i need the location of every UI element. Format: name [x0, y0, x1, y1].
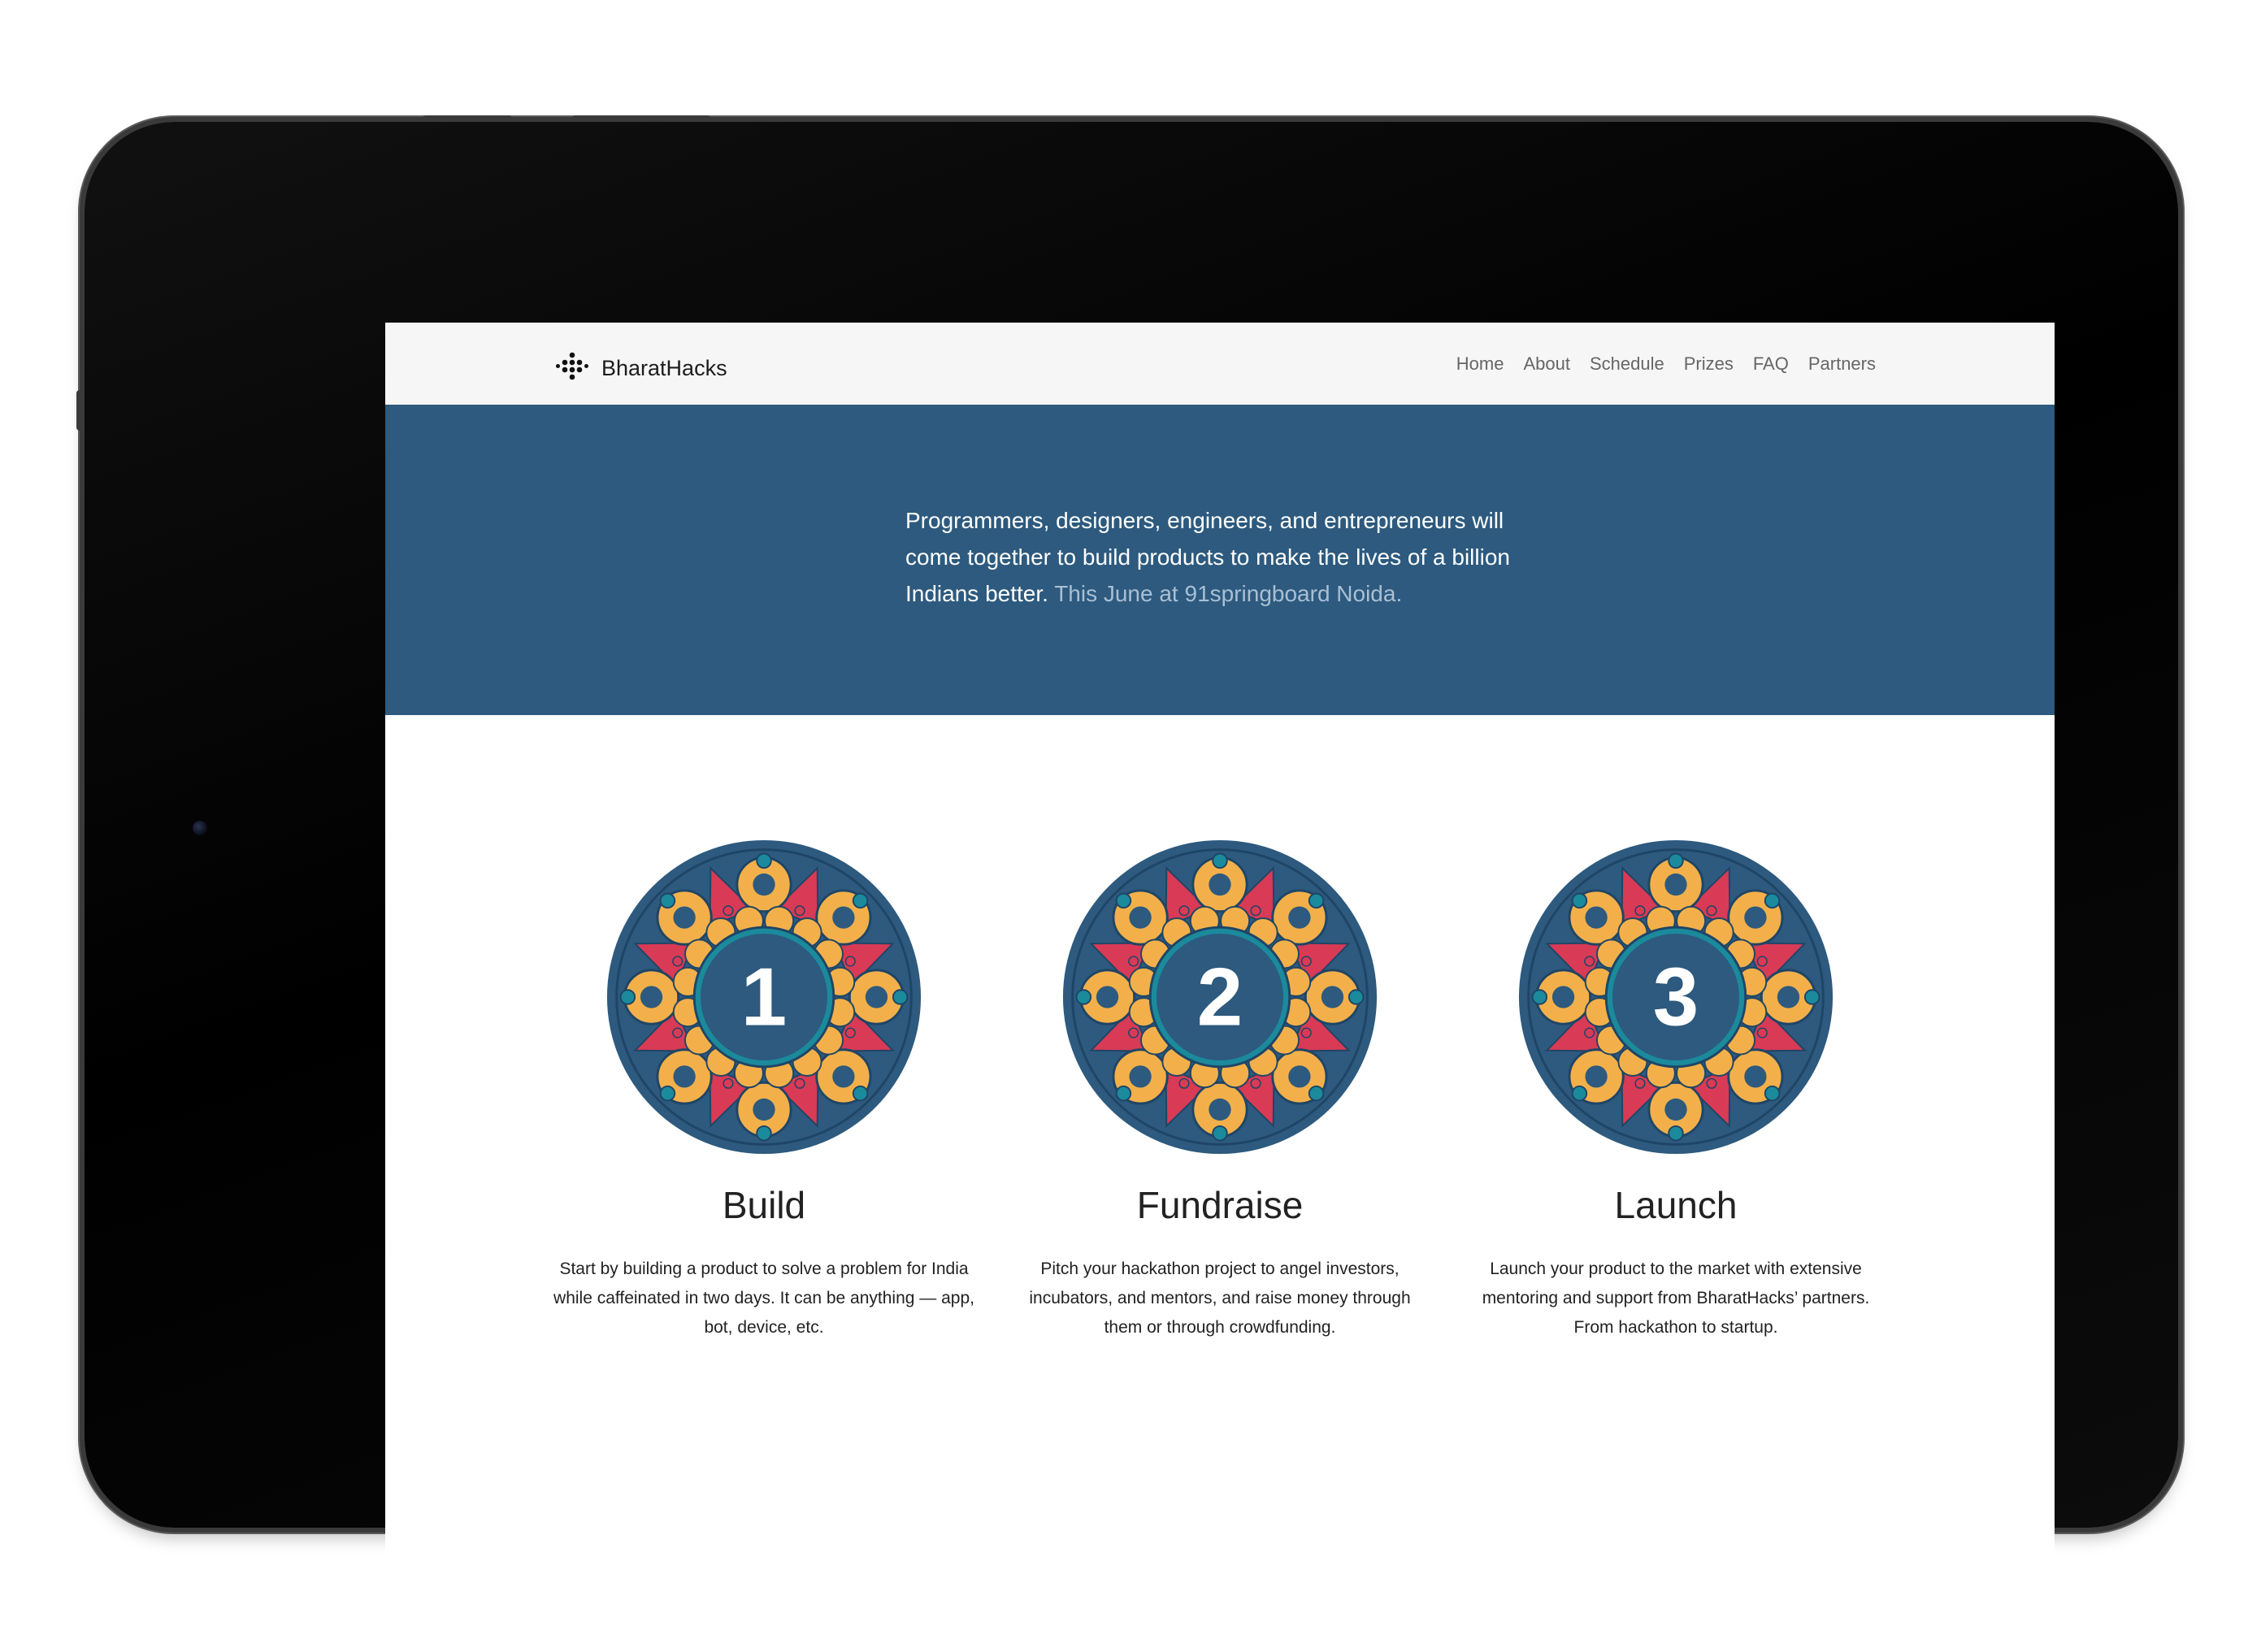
step-description: Launch your product to the market with e…	[1482, 1260, 1870, 1337]
step-launch: 3 Launch Launch your product to the mark…	[1448, 839, 1903, 1342]
step-build: 1 Build Start by building a product to s…	[536, 839, 992, 1342]
browser-screen: BharatHacks Home About Schedule Prizes F…	[385, 323, 2055, 1574]
brand[interactable]: BharatHacks	[556, 352, 727, 384]
dots-logo-icon	[556, 352, 588, 380]
tablet-volume-button	[572, 115, 710, 122]
steps-section: 1 Build Start by building a product to s…	[385, 839, 2055, 1407]
step-description: Start by building a product to solve a p…	[553, 1260, 974, 1337]
step-description: Pitch your hackathon project to angel in…	[1029, 1260, 1411, 1337]
hero-event-details: This June at 91springboard Noida.	[1054, 581, 1403, 606]
tablet-power-button	[423, 115, 512, 122]
mandala-icon: 3	[1518, 839, 1834, 1155]
nav-faq[interactable]: FAQ	[1753, 353, 1789, 375]
navbar: BharatHacks Home About Schedule Prizes F…	[385, 323, 2055, 405]
step-title: Fundraise	[1136, 1184, 1304, 1226]
step-number: 1	[741, 952, 787, 1043]
nav-about[interactable]: About	[1523, 353, 1570, 375]
step-number: 2	[1197, 952, 1243, 1043]
step-title: Launch	[1614, 1184, 1738, 1226]
mandala-icon: 1	[606, 839, 922, 1155]
tablet-side-button	[76, 390, 85, 431]
step-title: Build	[722, 1184, 806, 1226]
hero-text: Programmers, designers, engineers, and e…	[905, 502, 1539, 612]
step-number: 3	[1653, 952, 1699, 1043]
main-nav: Home About Schedule Prizes FAQ Partners	[1437, 353, 1876, 375]
brand-name: BharatHacks	[601, 355, 727, 380]
mandala-icon: 2	[1062, 839, 1378, 1155]
nav-prizes[interactable]: Prizes	[1684, 353, 1734, 375]
hero-section: Programmers, designers, engineers, and e…	[385, 405, 2055, 715]
camera-icon	[193, 821, 207, 835]
step-fundraise: 2 Fundraise Pitch your hackathon project…	[992, 839, 1447, 1342]
nav-partners[interactable]: Partners	[1808, 353, 1876, 375]
nav-schedule[interactable]: Schedule	[1590, 353, 1664, 375]
nav-home[interactable]: Home	[1456, 353, 1504, 375]
tablet-frame: BharatHacks Home About Schedule Prizes F…	[76, 115, 2178, 1574]
